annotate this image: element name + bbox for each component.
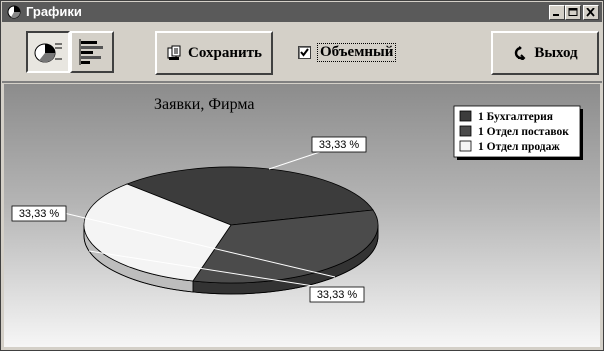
exit-label: Выход bbox=[534, 44, 578, 61]
pie-view-button[interactable] bbox=[26, 31, 70, 73]
chart-window: Графики Сохранить Объемный Выход Заявки,… bbox=[0, 0, 604, 351]
maximize-button[interactable] bbox=[565, 5, 581, 20]
three-d-checkbox[interactable]: Объемный bbox=[298, 43, 397, 62]
window-title: Графики bbox=[26, 4, 82, 19]
bar-view-button[interactable] bbox=[70, 31, 114, 73]
legend-swatch-2 bbox=[459, 125, 472, 137]
data-label-2: 33,33 % bbox=[19, 208, 60, 220]
legend-swatch-1 bbox=[459, 110, 472, 122]
legend-swatch-3 bbox=[459, 140, 472, 152]
bar-chart-icon bbox=[79, 39, 103, 65]
close-icon bbox=[586, 8, 595, 17]
legend-entry-3: 1 Отдел продаж bbox=[478, 141, 560, 153]
pie-chart: Заявки, Фирма 33,33 % 33,33 % 33,33 % 1 Бухг… bbox=[11, 96, 583, 303]
exit-icon bbox=[515, 46, 526, 60]
legend-entry-2: 1 Отдел поставок bbox=[478, 126, 569, 138]
app-icon bbox=[7, 5, 21, 19]
three-d-label: Объемный bbox=[317, 43, 397, 62]
close-button[interactable] bbox=[583, 5, 599, 20]
chart-area: Заявки, Фирма 33,33 % 33,33 % 33,33 % 1 Бухг… bbox=[4, 84, 600, 347]
pie-chart-icon bbox=[34, 43, 62, 63]
data-label-leader-1 bbox=[268, 151, 321, 170]
save-icon bbox=[167, 45, 181, 60]
save-button[interactable]: Сохранить bbox=[155, 31, 273, 75]
minimize-icon bbox=[553, 14, 559, 16]
data-label-1: 33,33 % bbox=[319, 139, 360, 151]
data-label-3: 33,33 % bbox=[317, 289, 358, 301]
checkbox-box[interactable] bbox=[298, 46, 311, 59]
save-label: Сохранить bbox=[188, 44, 262, 61]
exit-button[interactable]: Выход bbox=[491, 31, 599, 75]
title-bar[interactable]: Графики bbox=[2, 2, 602, 22]
legend-entry-1: 1 Бухгалтерия bbox=[478, 111, 553, 123]
minimize-button[interactable] bbox=[549, 5, 565, 20]
maximize-icon bbox=[568, 8, 578, 16]
checkmark-icon bbox=[300, 48, 309, 57]
toolbar: Сохранить Объемный Выход bbox=[2, 23, 602, 83]
chart-title: Заявки, Фирма bbox=[154, 96, 254, 113]
